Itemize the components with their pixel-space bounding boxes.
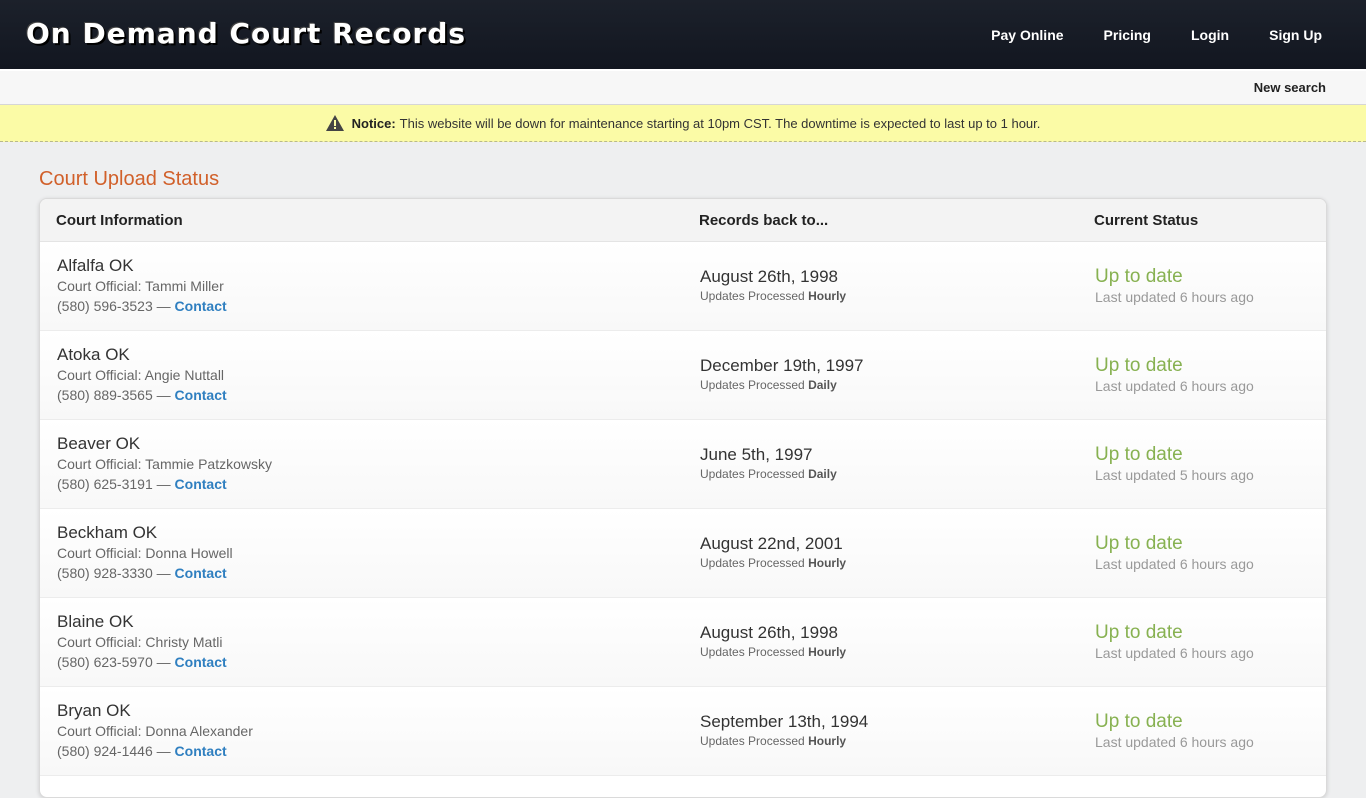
- status-badge: Up to date: [1095, 266, 1183, 287]
- column-header-current-status: Current Status: [1094, 212, 1199, 229]
- column-header-records-back-to: Records back to...: [699, 212, 829, 229]
- contact-link[interactable]: Contact: [175, 565, 227, 581]
- notice-text: This website will be down for maintenanc…: [399, 115, 1041, 131]
- contact-link[interactable]: Contact: [175, 743, 227, 759]
- records-date: June 5th, 1997: [700, 445, 813, 464]
- contact-link[interactable]: Contact: [175, 476, 227, 492]
- status-badge: Up to date: [1095, 355, 1183, 376]
- records-date: September 13th, 1994: [700, 712, 869, 731]
- status-badge: Up to date: [1095, 711, 1183, 732]
- court-status-table: Court Information Records back to... Cur…: [39, 198, 1327, 798]
- top-header: On Demand Court Records Pay Online Prici…: [0, 0, 1366, 69]
- table-row: Alfalfa OK Court Official: Tammi Miller …: [40, 242, 1326, 331]
- maintenance-notice: Notice: This website will be down for ma…: [0, 105, 1366, 142]
- court-name: Blaine OK: [57, 612, 134, 631]
- records-date: December 19th, 1997: [700, 356, 864, 375]
- site-logo[interactable]: On Demand Court Records: [26, 17, 466, 50]
- court-name: Alfalfa OK: [57, 256, 134, 275]
- court-phone: (580) 889-3565 — Contact: [57, 387, 227, 403]
- last-updated: Last updated 6 hours ago: [1095, 556, 1254, 572]
- last-updated: Last updated 6 hours ago: [1095, 734, 1254, 750]
- table-header: Court Information Records back to... Cur…: [40, 199, 1326, 242]
- status-badge: Up to date: [1095, 444, 1183, 465]
- main-nav: Pay Online Pricing Login Sign Up: [951, 0, 1322, 69]
- court-official: Court Official: Tammi Miller: [57, 278, 224, 294]
- court-official: Court Official: Tammie Patzkowsky: [57, 456, 272, 472]
- court-official: Court Official: Donna Alexander: [57, 723, 253, 739]
- court-phone: (580) 928-3330 — Contact: [57, 565, 227, 581]
- sub-nav-bar: New search: [0, 69, 1366, 105]
- last-updated: Last updated 6 hours ago: [1095, 645, 1254, 661]
- nav-sign-up[interactable]: Sign Up: [1269, 27, 1322, 43]
- status-badge: Up to date: [1095, 622, 1183, 643]
- records-date: August 22nd, 2001: [700, 534, 843, 553]
- new-search-link[interactable]: New search: [1254, 80, 1326, 95]
- table-row: Atoka OK Court Official: Angie Nuttall (…: [40, 331, 1326, 420]
- notice-label: Notice:: [351, 115, 396, 131]
- court-official: Court Official: Christy Matli: [57, 634, 223, 650]
- court-name: Beckham OK: [57, 523, 158, 542]
- contact-link[interactable]: Contact: [175, 298, 227, 314]
- nav-pricing[interactable]: Pricing: [1104, 27, 1151, 43]
- court-name: Atoka OK: [57, 345, 130, 364]
- last-updated: Last updated 5 hours ago: [1095, 467, 1254, 483]
- table-row: Beaver OK Court Official: Tammie Patzkow…: [40, 420, 1326, 509]
- update-frequency: Updates Processed Hourly: [700, 556, 847, 570]
- nav-login[interactable]: Login: [1191, 27, 1229, 43]
- court-name: Beaver OK: [57, 434, 141, 453]
- warning-triangle-icon: [325, 115, 344, 131]
- nav-pay-online[interactable]: Pay Online: [991, 27, 1063, 43]
- records-date: August 26th, 1998: [700, 267, 839, 286]
- court-phone: (580) 924-1446 — Contact: [57, 743, 227, 759]
- update-frequency: Updates Processed Hourly: [700, 645, 847, 659]
- table-row: Blaine OK Court Official: Christy Matli …: [40, 598, 1326, 687]
- status-badge: Up to date: [1095, 533, 1183, 554]
- last-updated: Last updated 6 hours ago: [1095, 289, 1254, 305]
- page-title: Court Upload Status: [39, 168, 220, 190]
- update-frequency: Updates Processed Daily: [700, 378, 837, 392]
- last-updated: Last updated 6 hours ago: [1095, 378, 1254, 394]
- court-official: Court Official: Donna Howell: [57, 545, 233, 561]
- court-phone: (580) 623-5970 — Contact: [57, 654, 227, 670]
- records-date: August 26th, 1998: [700, 623, 839, 642]
- court-phone: (580) 596-3523 — Contact: [57, 298, 227, 314]
- contact-link[interactable]: Contact: [175, 654, 227, 670]
- update-frequency: Updates Processed Hourly: [700, 734, 847, 748]
- table-row: Beckham OK Court Official: Donna Howell …: [40, 509, 1326, 598]
- court-official: Court Official: Angie Nuttall: [57, 367, 225, 383]
- table-row: Bryan OK Court Official: Donna Alexander…: [40, 687, 1326, 776]
- contact-link[interactable]: Contact: [175, 387, 227, 403]
- court-phone: (580) 625-3191 — Contact: [57, 476, 227, 492]
- update-frequency: Updates Processed Hourly: [700, 289, 847, 303]
- court-name: Bryan OK: [57, 701, 131, 720]
- update-frequency: Updates Processed Daily: [700, 467, 837, 481]
- column-header-court-information: Court Information: [56, 212, 183, 229]
